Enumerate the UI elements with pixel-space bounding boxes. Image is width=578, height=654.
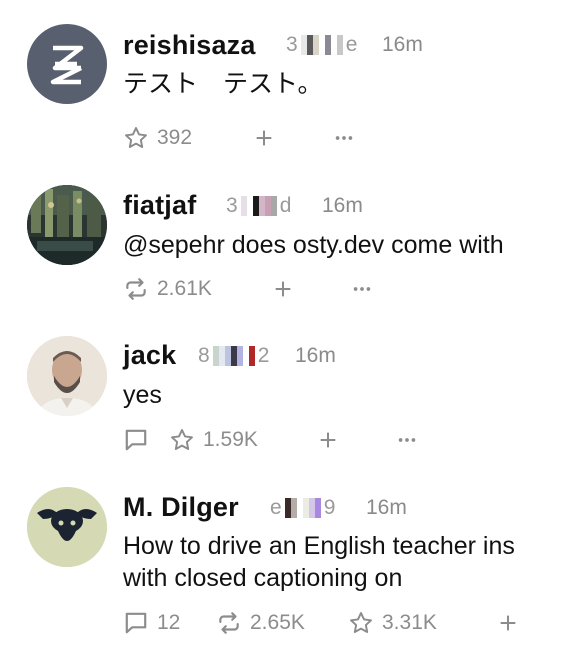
avatar-photo — [27, 336, 107, 416]
ellipsis-icon — [353, 287, 371, 291]
author-npub: e 9 — [270, 496, 335, 520]
plus-icon — [256, 130, 272, 146]
timestamp[interactable]: 16m — [295, 344, 336, 368]
repost-button[interactable]: 2.61K — [123, 274, 212, 304]
react-button[interactable] — [317, 425, 339, 455]
reply-count: 12 — [157, 611, 181, 634]
npub-redacted — [212, 346, 255, 366]
reply-button[interactable] — [123, 425, 149, 455]
note-item[interactable]: reishisaza 3 e 16m テスト テスト。 392 — [0, 0, 578, 150]
react-button[interactable] — [272, 274, 294, 304]
npub-prefix: 8 — [198, 344, 210, 367]
npub-redacted — [284, 498, 321, 518]
note-item[interactable]: jack 8 2 16m yes 1.59K — [0, 312, 578, 462]
ellipsis-icon — [335, 136, 353, 140]
like-button[interactable]: 1.59K — [169, 425, 258, 455]
plus-icon — [320, 432, 336, 448]
avatar[interactable] — [27, 185, 107, 265]
author-npub: 3 d — [226, 194, 291, 218]
author-name[interactable]: fiatjaf — [123, 190, 196, 221]
repost-icon — [219, 612, 239, 634]
author-name[interactable]: reishisaza — [123, 30, 256, 61]
avatar[interactable] — [27, 336, 107, 416]
like-count: 392 — [157, 126, 193, 149]
repost-icon — [126, 278, 146, 300]
author-npub: 3 e — [286, 33, 357, 57]
avatar[interactable] — [27, 24, 107, 104]
more-button[interactable] — [396, 425, 418, 455]
npub-redacted — [300, 35, 343, 55]
author-name[interactable]: jack — [123, 340, 176, 371]
note-line: テスト テスト。 — [123, 70, 323, 98]
reply-icon — [125, 429, 147, 451]
npub-prefix: 3 — [226, 194, 238, 217]
npub-suffix: 9 — [323, 496, 336, 519]
npub-prefix: 3 — [286, 33, 298, 56]
react-button[interactable] — [497, 608, 519, 638]
npub-redacted — [240, 196, 277, 216]
like-count: 3.31K — [382, 611, 437, 634]
reply-icon — [125, 612, 147, 634]
timestamp[interactable]: 16m — [322, 194, 363, 218]
note-line: with closed captioning on — [123, 564, 403, 592]
repost-count: 2.65K — [250, 611, 305, 634]
note-content: @sepehr does osty.dev come with — [123, 229, 504, 261]
star-icon — [350, 612, 372, 633]
avatar[interactable] — [27, 487, 107, 567]
note-feed: reishisaza 3 e 16m テスト テスト。 392 fiatjaf … — [0, 0, 578, 654]
npub-prefix: e — [270, 496, 282, 519]
sheep-avatar-icon — [27, 487, 107, 567]
npub-suffix: 2 — [257, 344, 270, 367]
note-content: How to drive an English teacher ins with… — [123, 530, 515, 594]
note-line: How to drive an English teacher ins — [123, 532, 515, 560]
more-button[interactable] — [351, 274, 373, 304]
reply-button[interactable]: 12 — [123, 608, 180, 638]
plus-icon — [275, 281, 291, 297]
note-content: テスト テスト。 — [123, 68, 323, 100]
author-name[interactable]: M. Dilger — [123, 492, 239, 523]
like-count: 1.59K — [203, 428, 258, 451]
zapstr-logo-icon — [50, 45, 84, 85]
npub-suffix: d — [279, 194, 292, 217]
ellipsis-icon — [398, 438, 416, 442]
like-button[interactable]: 3.31K — [348, 608, 437, 638]
author-npub: 8 2 — [198, 344, 269, 368]
star-icon — [125, 127, 147, 148]
repost-button[interactable]: 2.65K — [216, 608, 305, 638]
note-item[interactable]: fiatjaf 3 d 16m @sepehr does osty.dev co… — [0, 160, 578, 310]
npub-suffix: e — [345, 33, 358, 56]
react-button[interactable] — [253, 123, 275, 153]
note-line: yes — [123, 381, 162, 409]
star-icon — [171, 429, 193, 450]
repost-count: 2.61K — [157, 277, 212, 300]
more-button[interactable] — [333, 123, 355, 153]
note-item[interactable]: M. Dilger e 9 16m How to drive an Englis… — [0, 462, 578, 654]
note-line: @sepehr does osty.dev come with — [123, 231, 504, 259]
note-content: yes — [123, 379, 162, 411]
timestamp[interactable]: 16m — [382, 33, 423, 57]
plus-icon — [500, 615, 516, 631]
avatar-photo — [27, 185, 107, 265]
timestamp[interactable]: 16m — [366, 496, 407, 520]
like-button[interactable]: 392 — [123, 123, 192, 153]
